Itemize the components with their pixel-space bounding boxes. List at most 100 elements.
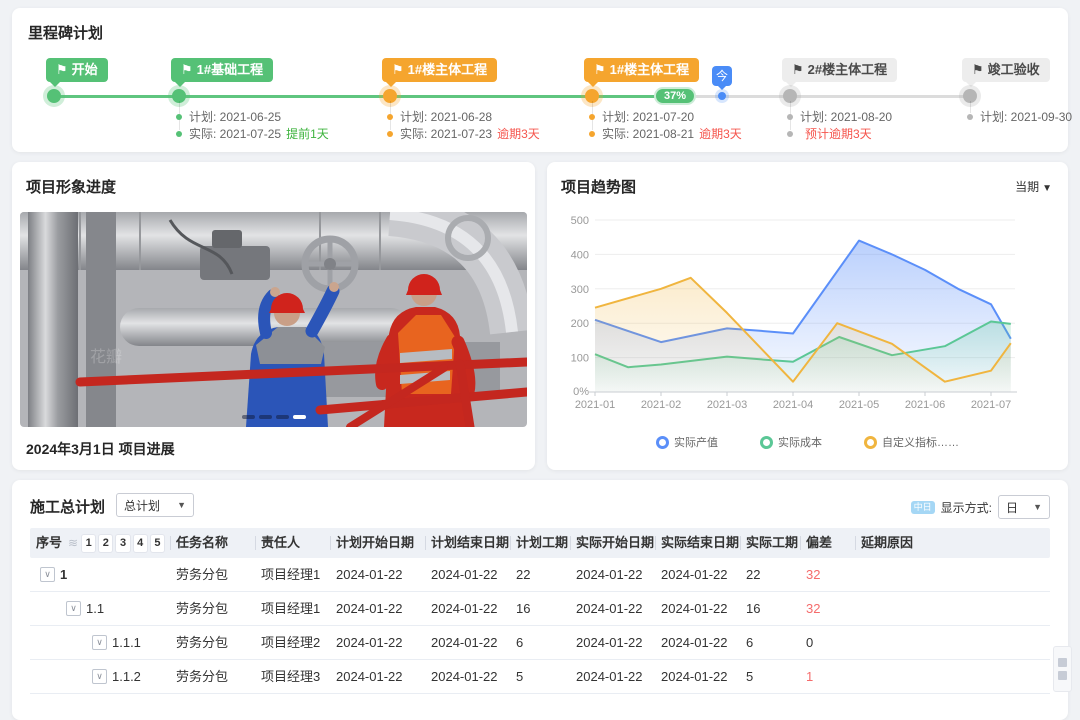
carousel-dot[interactable] <box>242 415 255 419</box>
svg-text:500: 500 <box>571 215 589 227</box>
chart-legend: 实际产值 实际成本 自定义指标…… <box>547 434 1068 450</box>
row-id: 1 <box>60 558 67 591</box>
mini-grid-icon <box>1058 658 1067 667</box>
milestone-label-text: 1#楼主体工程 <box>408 62 487 77</box>
milestone-label[interactable]: ⚑1#基础工程 <box>171 58 273 82</box>
legend-label: 实际成本 <box>778 434 822 450</box>
carousel-dot[interactable] <box>276 415 289 419</box>
legend-item[interactable]: 自定义指标…… <box>864 434 959 450</box>
owner-cell: 项目经理1 <box>255 558 330 591</box>
plan-type-select[interactable]: 总计划▼ <box>116 493 194 517</box>
column-header: 计划开始日期 <box>330 528 425 558</box>
level-button-3[interactable]: 3 <box>116 535 129 552</box>
expand-toggle-icon[interactable]: ∨ <box>66 601 81 616</box>
trend-chart: 5004003002001000%2021-012021-022021-0320… <box>559 214 1044 419</box>
table-row[interactable]: ∨1.1.2劳务分包项目经理32024-01-222024-01-2252024… <box>30 660 1050 694</box>
progress-card-title: 项目形象进度 <box>26 176 116 197</box>
level-button-5[interactable]: 5 <box>151 535 164 552</box>
milestone-label[interactable]: ⚑1#楼主体工程 <box>382 58 497 82</box>
plan-days-cell: 6 <box>510 626 570 659</box>
actual-end-cell: 2024-01-22 <box>655 558 740 591</box>
owner-cell: 项目经理2 <box>255 626 330 659</box>
deviation-cell: 32 <box>800 592 855 625</box>
column-header: 计划结束日期 <box>425 528 510 558</box>
layers-icon: ≋ <box>68 528 78 558</box>
carousel-dot[interactable] <box>293 415 306 419</box>
milestone-detail-item: 计划: 2021-06-28 <box>387 111 540 123</box>
detail-bullet-icon <box>787 114 793 120</box>
svg-text:2021-07: 2021-07 <box>971 399 1011 411</box>
detail-bullet-icon <box>176 131 182 137</box>
deviation-cell: 1 <box>800 660 855 693</box>
photo-carousel[interactable] <box>242 415 306 419</box>
legend-item[interactable]: 实际产值 <box>656 434 718 450</box>
delay-reason-cell <box>855 660 1050 693</box>
detail-note: 逾期3天 <box>699 127 742 141</box>
milestone-detail-item: 计划: 2021-09-30 <box>967 111 1072 123</box>
expand-toggle-icon[interactable]: ∨ <box>92 635 107 650</box>
milestone-details: 计划: 2021-06-25实际: 2021-07-25提前1天 <box>176 111 329 145</box>
row-id: 1.1 <box>86 592 104 625</box>
side-float-widget[interactable] <box>1053 646 1072 692</box>
plan-card-title: 施工总计划 <box>30 496 105 517</box>
milestone-details: 计划: 2021-08-20 预计逾期3天 <box>787 111 892 145</box>
delay-reason-cell <box>855 558 1050 591</box>
plan-start-cell: 2024-01-22 <box>330 660 425 693</box>
expand-toggle-icon[interactable]: ∨ <box>92 669 107 684</box>
detail-bullet-icon <box>589 131 595 137</box>
svg-text:400: 400 <box>571 249 589 261</box>
milestone-details: 计划: 2021-07-20 实际: 2021-08-21 逾期3天 <box>589 111 742 145</box>
expand-toggle-icon[interactable]: ∨ <box>40 567 55 582</box>
flag-icon: ⚑ <box>594 62 606 77</box>
svg-text:0%: 0% <box>573 386 589 398</box>
detail-note: 提前1天 <box>286 127 329 141</box>
milestone-details: 计划: 2021-09-30 <box>967 111 1072 128</box>
milestone-detail-item: 计划: 2021-08-20 <box>787 111 892 123</box>
detail-text: 计划: 2021-07-20 <box>602 110 694 124</box>
chevron-down-icon: ▼ <box>177 500 186 510</box>
svg-text:2021-03: 2021-03 <box>707 399 747 411</box>
mini-text-icon <box>1058 671 1067 680</box>
plan-table-card: 施工总计划 总计划▼ 中日 显示方式: 日▼ 序号≋12345任务名称责任人计划… <box>12 480 1068 720</box>
plan-end-cell: 2024-01-22 <box>425 592 510 625</box>
deviation-cell: 0 <box>800 626 855 659</box>
milestone-label-text: 1#楼主体工程 <box>610 62 689 77</box>
column-header: 实际结束日期 <box>655 528 740 558</box>
today-marker: 今 <box>712 66 732 86</box>
table-row[interactable]: ∨1.1.1劳务分包项目经理22024-01-222024-01-2262024… <box>30 626 1050 660</box>
level-button-1[interactable]: 1 <box>82 535 95 552</box>
detail-bullet-icon <box>967 114 973 120</box>
table-row[interactable]: ∨1.1劳务分包项目经理12024-01-222024-01-22162024-… <box>30 592 1050 626</box>
detail-text: 实际: 2021-08-21 <box>602 127 694 141</box>
display-mode-group: 中日 显示方式: 日▼ <box>911 495 1050 519</box>
level-button-4[interactable]: 4 <box>134 535 147 552</box>
progress-percent-badge: 37% <box>654 87 696 105</box>
column-header: 计划工期 <box>510 528 570 558</box>
legend-label: 自定义指标…… <box>882 434 959 450</box>
level-button-2[interactable]: 2 <box>99 535 112 552</box>
svg-text:2021-04: 2021-04 <box>773 399 813 411</box>
row-id-cell: ∨1.1.1 <box>30 626 170 659</box>
milestone-label[interactable]: ⚑开始 <box>46 58 108 82</box>
column-header-seq: 序号≋12345 <box>30 528 170 558</box>
legend-item[interactable]: 实际成本 <box>760 434 822 450</box>
milestone-label-text: 1#基础工程 <box>197 62 263 77</box>
trend-card-title: 项目趋势图 <box>561 176 636 197</box>
legend-ring-icon <box>760 436 773 449</box>
display-mode-select[interactable]: 日▼ <box>998 495 1050 519</box>
milestone-label[interactable]: ⚑竣工验收 <box>962 58 1050 82</box>
milestone-label[interactable]: ⚑2#楼主体工程 <box>782 58 897 82</box>
progress-photo-card: 项目形象进度 <box>12 162 535 470</box>
period-dropdown[interactable]: 当期▼ <box>1015 178 1052 195</box>
actual-end-cell: 2024-01-22 <box>655 660 740 693</box>
table-header: 序号≋12345任务名称责任人计划开始日期计划结束日期计划工期实际开始日期实际结… <box>30 528 1050 558</box>
table-row[interactable]: ∨1劳务分包项目经理12024-01-222024-01-22222024-01… <box>30 558 1050 592</box>
milestone-label[interactable]: ⚑ 1#楼主体工程 <box>584 58 699 82</box>
deviation-cell: 32 <box>800 558 855 591</box>
legend-ring-icon <box>864 436 877 449</box>
milestone-detail-item: 实际: 2021-07-25提前1天 <box>176 128 329 140</box>
svg-text:2021-01: 2021-01 <box>575 399 615 411</box>
milestone-detail-item: 预计逾期3天 <box>787 128 892 140</box>
plan-days-cell: 16 <box>510 592 570 625</box>
carousel-dot[interactable] <box>259 415 272 419</box>
